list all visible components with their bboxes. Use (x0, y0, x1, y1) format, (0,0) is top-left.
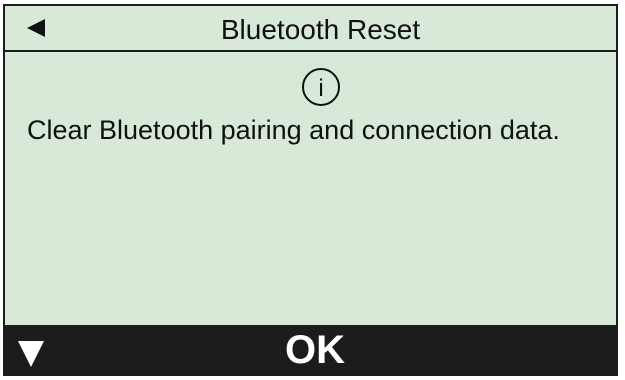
bottom-bar: OK (5, 325, 616, 374)
down-arrow-icon[interactable] (18, 341, 44, 367)
device-screen: Bluetooth Reset i Clear Bluetooth pairin… (3, 4, 618, 376)
page-title: Bluetooth Reset (220, 14, 421, 45)
title-bar: Bluetooth Reset (5, 6, 616, 52)
info-icon: i (302, 68, 340, 106)
ok-button[interactable]: OK (255, 327, 375, 373)
message-text: Clear Bluetooth pairing and connection d… (27, 115, 560, 145)
info-icon-glyph: i (318, 75, 323, 102)
